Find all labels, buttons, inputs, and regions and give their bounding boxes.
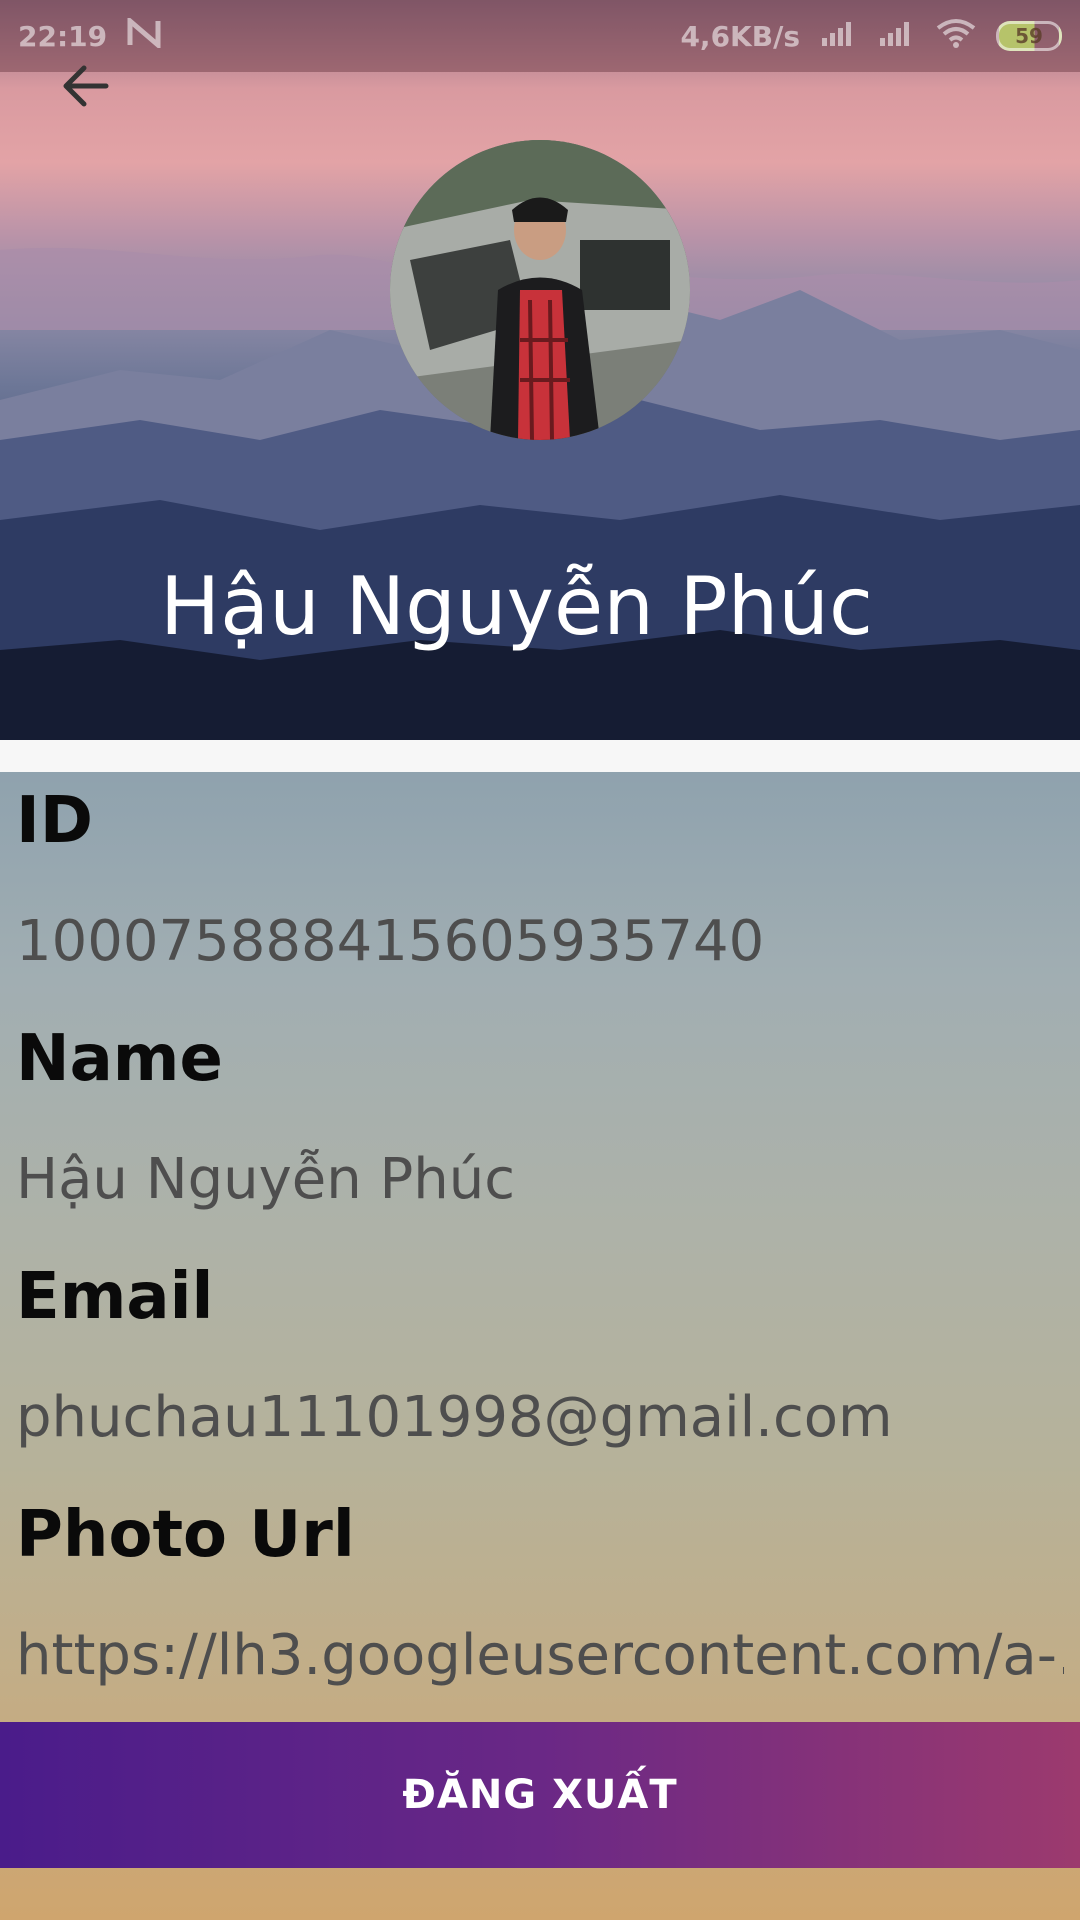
- header-profile-name: Hậu Nguyễn Phúc: [160, 560, 873, 653]
- field-label-photo-url: Photo Url: [16, 1498, 355, 1572]
- field-value-name: Hậu Nguyễn Phúc: [16, 1146, 516, 1212]
- field-label-id: ID: [16, 784, 93, 858]
- battery-level: 59: [1015, 24, 1043, 48]
- signal-icon: [878, 20, 916, 53]
- field-value-photo-url: https://lh3.googleusercontent.com/a-...: [16, 1622, 1064, 1688]
- network-speed: 4,6KB/s: [680, 19, 800, 53]
- profile-header: 22:19 4,6KB/s 59 Hậu Nguyễn Phúc: [0, 0, 1080, 740]
- status-time: 22:19: [18, 19, 108, 53]
- field-label-name: Name: [16, 1022, 223, 1096]
- field-value-id: 100075888415605935740: [16, 908, 765, 974]
- arrow-left-icon: [63, 65, 109, 107]
- wifi-icon: [936, 18, 976, 55]
- avatar: [390, 140, 690, 440]
- status-bar: 22:19 4,6KB/s 59: [0, 0, 1080, 72]
- back-button[interactable]: [56, 56, 116, 116]
- field-label-email: Email: [16, 1260, 214, 1334]
- signal-icon: [820, 20, 858, 53]
- logout-button[interactable]: ĐĂNG XUẤT: [0, 1722, 1080, 1868]
- n-logo-icon: [127, 15, 161, 55]
- divider: [0, 740, 1080, 772]
- field-value-email: phuchau11101998@gmail.com: [16, 1384, 893, 1450]
- battery-icon: 59: [996, 21, 1062, 51]
